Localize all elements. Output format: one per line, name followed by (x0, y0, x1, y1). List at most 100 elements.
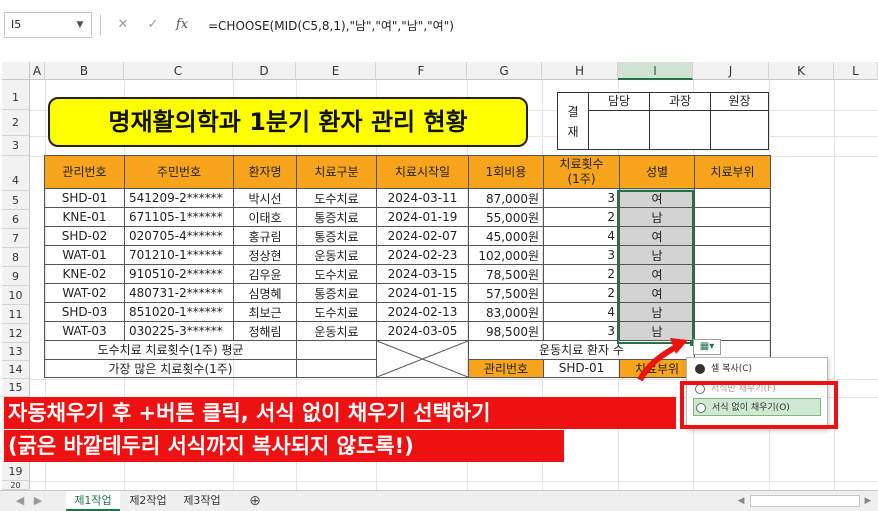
formula-input[interactable]: =CHOOSE(MID(C5,8,1),"남","여","남","여") (200, 12, 874, 38)
row-header-2[interactable]: 2 (2, 110, 30, 136)
header-cell[interactable]: 치료시작일 (376, 155, 469, 189)
gender-cell[interactable]: 남 (619, 321, 695, 341)
cell[interactable]: 통증치료 (296, 283, 377, 303)
column-header-h[interactable]: H (542, 62, 618, 80)
mgmt-label-cell[interactable]: 관리번호 (468, 358, 544, 378)
title-banner[interactable]: 명재활의학과 1분기 환자 관리 현황 (48, 97, 528, 147)
cell[interactable]: 2 (543, 264, 620, 284)
header-cell[interactable]: 관리번호 (44, 155, 125, 189)
cell[interactable]: 운동치료 (296, 321, 377, 341)
cell[interactable]: 정해림 (233, 321, 297, 341)
row-header-12[interactable]: 12 (2, 324, 30, 343)
row-header-7[interactable]: 7 (2, 229, 30, 248)
header-cell[interactable]: 주민번호 (124, 155, 234, 189)
sheet-tab-3[interactable]: 제3작업 (176, 491, 228, 511)
cell[interactable] (694, 226, 771, 246)
menu-item-copy-cells[interactable]: 셀 복사(C) (693, 360, 821, 378)
scroll-left-icon[interactable]: ◀ (12, 491, 28, 511)
part-label-cell[interactable]: 치료부위 (619, 358, 695, 378)
row-header-11[interactable]: 11 (2, 305, 30, 324)
cell[interactable]: SHD-02 (44, 226, 125, 246)
horizontal-scrollbar[interactable] (750, 495, 860, 507)
cell[interactable]: 박시선 (233, 188, 297, 208)
cell[interactable] (694, 245, 771, 265)
sheet-tab-1[interactable]: 제1작업 (66, 491, 120, 511)
cell[interactable]: 3 (543, 321, 620, 341)
header-cell[interactable]: 치료부위 (694, 155, 771, 189)
row-header-19[interactable]: 19 (2, 462, 30, 481)
cell[interactable]: 78,500원 (468, 264, 544, 284)
add-sheet-icon[interactable]: ⊕ (244, 491, 266, 511)
hscroll-right-icon[interactable]: ▶ (862, 491, 874, 511)
cell[interactable]: 정상현 (233, 245, 297, 265)
cell[interactable] (694, 321, 771, 341)
name-box-dropdown-icon[interactable]: ▼ (72, 16, 88, 34)
gender-cell[interactable]: 여 (619, 226, 695, 246)
header-cell[interactable]: 성별 (619, 155, 695, 189)
header-cell[interactable]: 1회비용 (468, 155, 544, 189)
max-label-cell[interactable]: 가장 많은 치료횟수(1주) (44, 358, 297, 378)
cell[interactable]: 최보근 (233, 302, 297, 322)
cell[interactable]: 020705-4****** (124, 226, 234, 246)
row-header-10[interactable]: 10 (2, 286, 30, 305)
row-header-5[interactable]: 5 (2, 191, 30, 210)
row-header-3[interactable]: 3 (2, 136, 30, 156)
gender-cell[interactable]: 남 (619, 207, 695, 227)
column-header-d[interactable]: D (233, 62, 296, 80)
cell[interactable]: 2024-01-15 (376, 283, 469, 303)
enter-icon[interactable]: ✓ (144, 16, 162, 34)
cell[interactable]: 이태호 (233, 207, 297, 227)
row-header-13[interactable]: 13 (2, 343, 30, 361)
cell[interactable]: 2024-01-19 (376, 207, 469, 227)
gender-cell[interactable]: 여 (619, 283, 695, 303)
cell[interactable]: 2 (543, 283, 620, 303)
cell[interactable]: 운동치료 (296, 245, 377, 265)
cell[interactable]: SHD-03 (44, 302, 125, 322)
sheet-tab-2[interactable]: 제2작업 (122, 491, 174, 511)
cell[interactable]: 2 (543, 207, 620, 227)
column-header-b[interactable]: B (45, 62, 124, 80)
exercise-label-cell[interactable]: 운동치료 환자 수 (468, 340, 695, 360)
row-header-4[interactable]: 4 (2, 156, 30, 191)
cell[interactable]: 2024-02-23 (376, 245, 469, 265)
row-header-6[interactable]: 6 (2, 210, 30, 229)
avg-value-cell[interactable] (296, 340, 377, 360)
cell[interactable]: 701210-1****** (124, 245, 234, 265)
hscroll-left-icon[interactable]: ◀ (735, 491, 747, 511)
cell[interactable]: KNE-02 (44, 264, 125, 284)
cell[interactable]: 심명혜 (233, 283, 297, 303)
auto-fill-options-button[interactable]: ▦▾ (693, 339, 721, 355)
cell[interactable] (694, 207, 771, 227)
cell[interactable]: SHD-01 (44, 188, 125, 208)
row-header-1[interactable]: 1 (2, 80, 30, 110)
row-header-8[interactable]: 8 (2, 248, 30, 267)
scroll-right-icon[interactable]: ▶ (30, 491, 46, 511)
insert-function-icon[interactable]: fx (172, 16, 192, 34)
gender-cell[interactable]: 여 (619, 188, 695, 208)
cell[interactable]: 4 (543, 302, 620, 322)
header-cell[interactable]: 치료횟수 (1주) (543, 155, 620, 189)
mgmt-value-cell[interactable]: SHD-01 (543, 358, 620, 378)
column-header-c[interactable]: C (124, 62, 233, 80)
cell[interactable]: 통증치료 (296, 226, 377, 246)
gender-cell[interactable]: 남 (619, 245, 695, 265)
cell[interactable]: 480731-2****** (124, 283, 234, 303)
cell[interactable] (694, 283, 771, 303)
cell[interactable]: 홍규림 (233, 226, 297, 246)
cell[interactable]: 김우윤 (233, 264, 297, 284)
column-header-j[interactable]: J (693, 62, 769, 80)
cell[interactable]: 도수치료 (296, 302, 377, 322)
cell[interactable]: 102,000원 (468, 245, 544, 265)
cell[interactable]: WAT-03 (44, 321, 125, 341)
max-value-cell[interactable] (296, 358, 377, 378)
cell[interactable]: 671105-1****** (124, 207, 234, 227)
cell[interactable]: 2024-03-15 (376, 264, 469, 284)
cell[interactable] (694, 302, 771, 322)
header-cell[interactable]: 환자명 (233, 155, 297, 189)
cell[interactable]: 4 (543, 226, 620, 246)
cell[interactable]: 83,000원 (468, 302, 544, 322)
row-header-9[interactable]: 9 (2, 267, 30, 286)
cell[interactable]: 45,000원 (468, 226, 544, 246)
column-header-f[interactable]: F (376, 62, 467, 80)
cell[interactable]: 도수치료 (296, 188, 377, 208)
